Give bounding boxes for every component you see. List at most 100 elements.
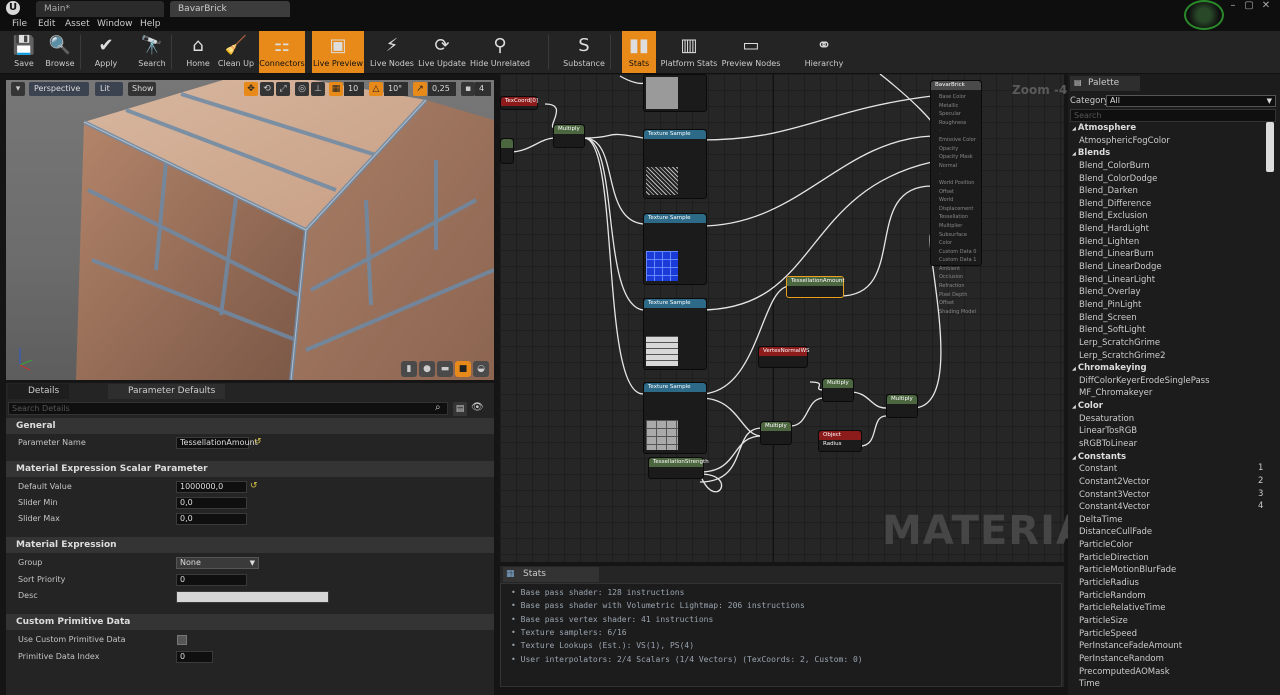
palette-item[interactable]: ParticleRandom: [1079, 590, 1146, 602]
texture-sample-node[interactable]: Texture Sample: [643, 213, 707, 285]
preview-nodes-button[interactable]: ▭ Preview Nodes: [720, 31, 782, 73]
palette-item[interactable]: DistanceCullFade: [1079, 526, 1152, 538]
section-material-expression[interactable]: Material Expression: [6, 537, 494, 553]
property-matrix-icon[interactable]: ▤: [453, 402, 467, 416]
palette-item[interactable]: LinearTosRGB: [1079, 425, 1137, 437]
reset-default-icon[interactable]: ↺: [250, 481, 258, 491]
palette-item[interactable]: AtmosphericFogColor: [1079, 135, 1170, 147]
palette-item[interactable]: Blend_HardLight: [1079, 223, 1149, 235]
live-preview-button[interactable]: ▣ Live Preview: [312, 31, 364, 73]
texture-sample-node[interactable]: Texture Sample: [643, 298, 707, 370]
use-custom-primitive-data-checkbox[interactable]: [177, 635, 187, 645]
minimize-icon[interactable]: –: [1226, 0, 1240, 12]
multiply-node[interactable]: Multiply: [822, 378, 854, 402]
vertex-normal-ws-node[interactable]: VertexNormalWS: [758, 346, 810, 368]
tab-main[interactable]: Main*: [36, 1, 164, 17]
palette-item[interactable]: MF_Chromakeyer: [1079, 387, 1152, 399]
palette-item[interactable]: Lerp_ScratchGrime: [1079, 337, 1160, 349]
palette-item[interactable]: DeltaTime: [1079, 514, 1122, 526]
palette-item[interactable]: DiffColorKeyerErodeSinglePass: [1079, 375, 1210, 387]
section-custom-primitive-data[interactable]: Custom Primitive Data: [6, 614, 494, 630]
palette-item[interactable]: Constant4Vector: [1079, 501, 1150, 513]
palette-item[interactable]: Blend_ColorDodge: [1079, 173, 1157, 185]
palette-item[interactable]: Blend_LinearLight: [1079, 274, 1155, 286]
section-scalar-parameter[interactable]: Material Expression Scalar Parameter: [6, 461, 494, 477]
palette-item[interactable]: Constant: [1079, 463, 1117, 475]
palette-category[interactable]: ◢ Constants: [1072, 451, 1126, 463]
scale-snap-value[interactable]: 0,25: [428, 82, 456, 96]
stats-button[interactable]: ▮▮ Stats: [622, 31, 656, 73]
hide-unrelated-button[interactable]: ⚲ Hide Unrelated: [470, 31, 530, 73]
tab-bavarbrick[interactable]: BavarBrick: [170, 1, 290, 17]
camera-speed-value[interactable]: 4: [475, 82, 491, 96]
reset-icon[interactable]: ↺: [254, 437, 262, 447]
clean-up-button[interactable]: 🧹 Clean Up: [216, 31, 256, 73]
menu-edit[interactable]: Edit: [38, 17, 55, 31]
group-combo[interactable]: None ▼: [176, 557, 259, 569]
tessellation-amount-node[interactable]: TessellationAmount: [786, 276, 845, 298]
texture-sample-node[interactable]: Texture Sample: [643, 382, 707, 454]
default-value-field[interactable]: 1000000,0: [176, 481, 247, 493]
palette-item[interactable]: ParticleRelativeTime: [1079, 602, 1166, 614]
primitive-data-index-field[interactable]: 0: [176, 651, 213, 663]
palette-item[interactable]: Blend_Lighten: [1079, 236, 1139, 248]
search-button[interactable]: 🔭 Search: [129, 31, 175, 73]
camera-speed-icon[interactable]: ▪: [461, 82, 475, 96]
palette-item[interactable]: ParticleRadius: [1079, 577, 1139, 589]
hierarchy-button[interactable]: ⚭ Hierarchy: [800, 31, 848, 73]
palette-category[interactable]: ◢ Color: [1072, 400, 1103, 412]
menu-asset[interactable]: Asset: [65, 17, 90, 31]
palette-item[interactable]: Blend_Overlay: [1079, 286, 1141, 298]
world-local-icon[interactable]: ◎: [295, 82, 309, 96]
grid-snap-value[interactable]: 10: [344, 82, 364, 96]
close-icon[interactable]: ✕: [1259, 0, 1273, 12]
live-update-button[interactable]: ⟳ Live Update: [418, 31, 466, 73]
palette-category[interactable]: ◢ Atmosphere: [1072, 122, 1136, 134]
perspective-button[interactable]: Perspective: [29, 82, 89, 96]
rotation-snap-icon[interactable]: △: [369, 82, 383, 96]
notification-icon[interactable]: [1184, 0, 1224, 30]
palette-item[interactable]: Blend_PinLight: [1079, 299, 1141, 311]
connectors-button[interactable]: ⚏ Connectors: [259, 31, 305, 73]
slider-min-field[interactable]: 0,0: [176, 497, 247, 509]
multiply-node[interactable]: Multiply: [553, 124, 585, 148]
texcoord-node[interactable]: TexCoord[0]: [500, 96, 538, 110]
palette-item[interactable]: ParticleMotionBlurFade: [1079, 564, 1176, 576]
palette-category[interactable]: ◢ Chromakeying: [1072, 362, 1147, 374]
details-search-input[interactable]: Search Details: [8, 402, 448, 415]
section-general[interactable]: General: [6, 418, 494, 434]
tab-details[interactable]: Details: [8, 384, 70, 399]
menu-window[interactable]: Window: [97, 17, 133, 31]
palette-item[interactable]: Blend_Exclusion: [1079, 210, 1148, 222]
menu-help[interactable]: Help: [140, 17, 161, 31]
palette-item[interactable]: Desaturation: [1079, 413, 1134, 425]
result-node[interactable]: BavarBrick Base Color Metallic Specular Rou…: [930, 80, 982, 315]
rotate-icon[interactable]: ⟲: [260, 82, 274, 96]
tessellation-strength-node[interactable]: TessellationStrength: [648, 457, 709, 479]
menu-file[interactable]: File: [12, 17, 27, 31]
palette-item[interactable]: Blend_LinearDodge: [1079, 261, 1162, 273]
palette-item[interactable]: Blend_SoftLight: [1079, 324, 1145, 336]
texture-sample-node[interactable]: [643, 74, 707, 112]
material-graph[interactable]: BavarBrick Base Color Metallic Specular Rou…: [500, 74, 1064, 562]
palette-scrollbar[interactable]: [1266, 122, 1274, 172]
palette-item[interactable]: Blend_LinearBurn: [1079, 248, 1154, 260]
tab-parameter-defaults[interactable]: Parameter Defaults: [108, 384, 226, 399]
texture-sample-node[interactable]: Texture Sample: [643, 129, 707, 199]
palette-item[interactable]: ParticleSize: [1079, 615, 1128, 627]
preview-cube-icon[interactable]: ■: [455, 361, 471, 377]
maximize-icon[interactable]: ▢: [1242, 0, 1256, 12]
palette-item[interactable]: PrecomputedAOMask: [1079, 666, 1170, 678]
palette-item[interactable]: Blend_Darken: [1079, 185, 1138, 197]
rotation-snap-value[interactable]: 10°: [384, 82, 408, 96]
preview-teapot-icon[interactable]: ◒: [473, 361, 489, 377]
show-button[interactable]: Show: [128, 82, 156, 96]
palette-item[interactable]: PerInstanceRandom: [1079, 653, 1164, 665]
live-nodes-button[interactable]: ⚡ Live Nodes: [369, 31, 415, 73]
surface-snap-icon[interactable]: ⊥: [311, 82, 325, 96]
palette-item[interactable]: Blend_Difference: [1079, 198, 1151, 210]
multiply-node[interactable]: Multiply: [760, 421, 792, 445]
palette-item[interactable]: Lerp_ScratchGrime2: [1079, 350, 1165, 362]
browse-button[interactable]: 🔍 Browse: [35, 31, 85, 73]
palette-item[interactable]: PerInstanceFadeAmount: [1079, 640, 1182, 652]
